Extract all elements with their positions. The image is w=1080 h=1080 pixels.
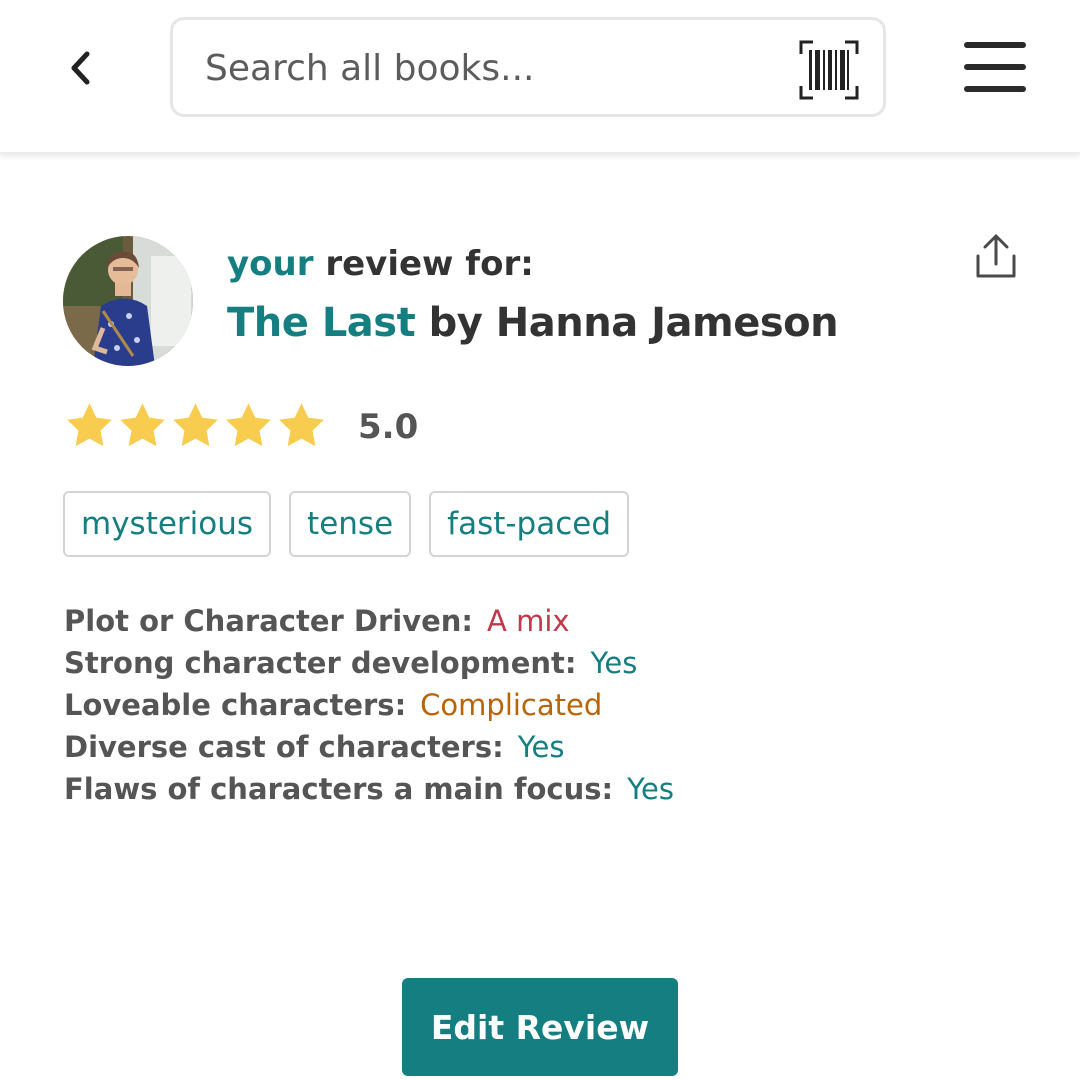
star-rating	[64, 400, 327, 451]
barcode-scan-icon	[799, 40, 859, 100]
chevron-left-icon	[71, 51, 90, 85]
star-icon	[67, 403, 112, 447]
attribute-value: A mix	[487, 604, 570, 638]
review-heading: your review for:	[227, 244, 534, 284]
review-for-label: review for:	[325, 244, 534, 284]
owner-word: your	[227, 244, 314, 284]
star-icon	[279, 403, 324, 447]
attribute-label: Loveable characters:	[64, 688, 407, 722]
mood-tag[interactable]: fast-paced	[429, 491, 630, 557]
attribute-value: Yes	[627, 772, 674, 806]
attribute-row: Strong character development: Yes	[64, 642, 674, 684]
attribute-row: Flaws of characters a main focus: Yes	[64, 768, 674, 810]
attribute-label: Plot or Character Driven:	[64, 604, 474, 638]
mood-tag[interactable]: mysterious	[63, 491, 272, 557]
top-bar	[0, 0, 1080, 153]
star-icon	[120, 403, 165, 447]
hamburger-menu-icon	[964, 42, 1026, 92]
menu-button[interactable]	[960, 38, 1030, 98]
star-icon	[226, 403, 271, 447]
star-icon	[173, 403, 218, 447]
review-attributes: Plot or Character Driven: A mix Strong ch…	[64, 600, 674, 810]
search-input[interactable]	[203, 20, 797, 116]
attribute-row: Diverse cast of characters: Yes	[64, 726, 674, 768]
share-icon	[976, 234, 1016, 278]
mood-tags: mysterious tense fast-paced	[63, 491, 630, 557]
book-line: The Last by Hanna Jameson	[227, 300, 839, 346]
barcode-scan-button[interactable]	[799, 40, 859, 100]
attribute-row: Plot or Character Driven: A mix	[64, 600, 674, 642]
book-author: by Hanna Jameson	[428, 300, 839, 346]
edit-review-button[interactable]: Edit Review	[402, 978, 678, 1076]
attribute-value: Yes	[517, 730, 565, 764]
back-button[interactable]	[52, 40, 108, 96]
attribute-row: Loveable characters: Complicated	[64, 684, 674, 726]
share-button[interactable]	[970, 232, 1022, 284]
attribute-label: Strong character development:	[64, 646, 577, 680]
attribute-value: Yes	[590, 646, 638, 680]
search-box[interactable]	[170, 17, 886, 117]
book-title-link[interactable]: The Last	[227, 300, 416, 346]
attribute-label: Diverse cast of characters:	[64, 730, 504, 764]
attribute-label: Flaws of characters a main focus:	[64, 772, 614, 806]
rating-value: 5.0	[358, 407, 419, 447]
attribute-value: Complicated	[420, 688, 603, 722]
mood-tag[interactable]: tense	[289, 491, 412, 557]
user-avatar	[63, 236, 193, 366]
